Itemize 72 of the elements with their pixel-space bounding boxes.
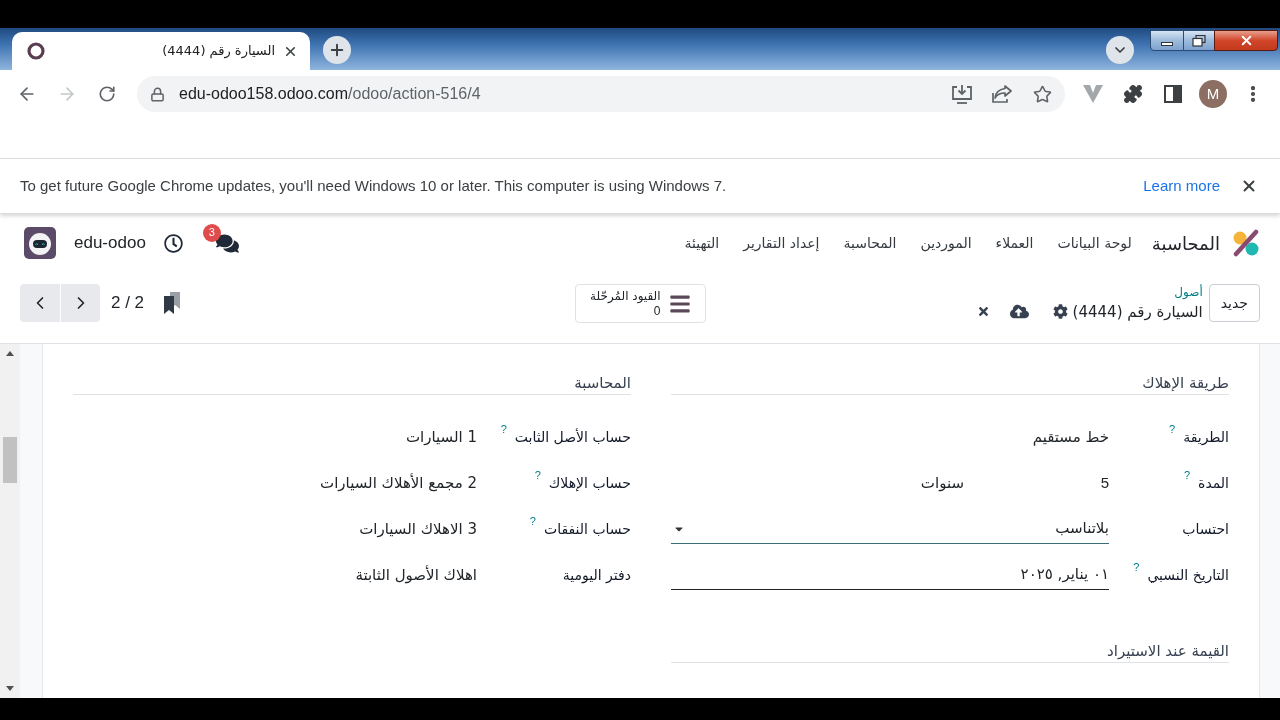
- share-icon[interactable]: [992, 85, 1012, 103]
- close-icon[interactable]: [976, 305, 990, 318]
- help-marker[interactable]: ?: [529, 514, 536, 527]
- reload-icon[interactable]: [98, 85, 116, 103]
- gear-icon[interactable]: [1052, 304, 1068, 319]
- close-button[interactable]: [1214, 30, 1278, 51]
- close-icon[interactable]: [1240, 177, 1258, 195]
- menu-item[interactable]: لوحة البيانات: [1057, 232, 1132, 254]
- scroll-up-icon[interactable]: [6, 351, 14, 356]
- cloud-upload-icon[interactable]: [1009, 302, 1029, 321]
- scrollbar[interactable]: [0, 344, 20, 698]
- record-title: السيارة رقم (4444): [1072, 301, 1203, 322]
- robot-avatar-icon[interactable]: [24, 227, 56, 259]
- learn-more-link[interactable]: Learn more: [1143, 174, 1220, 198]
- menu-item[interactable]: الموردين: [920, 232, 972, 254]
- field-label: احتساب: [1182, 519, 1229, 539]
- bookmark-icon[interactable]: [164, 292, 181, 314]
- star-icon[interactable]: [1032, 84, 1052, 104]
- section-title: طريقة الإهلاك: [1142, 374, 1229, 392]
- lock-icon[interactable]: [150, 86, 165, 102]
- infobar-message: To get future Google Chrome updates, you'll need Windows 10 or later. This computer is using Windows 7.: [20, 175, 727, 196]
- help-marker[interactable]: ?: [1183, 468, 1191, 481]
- message-count-badge: 3: [202, 223, 221, 242]
- side-panel-icon[interactable]: [1164, 85, 1182, 103]
- field-label: المدة: [1198, 473, 1229, 493]
- field-value: خط مستقيم: [1032, 426, 1109, 448]
- minimize-icon: [1161, 42, 1173, 46]
- plus-icon: [328, 41, 346, 59]
- scrollbar-thumb[interactable]: [3, 437, 17, 483]
- field-label: دفتر اليومية: [562, 565, 631, 586]
- menu-item[interactable]: التهيئة: [684, 232, 720, 254]
- tab-search-button[interactable]: [1106, 36, 1134, 64]
- monitor-download-icon[interactable]: [952, 84, 972, 104]
- field-value: 3 الاهلاك السيارات: [359, 518, 477, 540]
- browser-tab[interactable]: السيارة رقم (4444): [12, 32, 310, 70]
- help-marker[interactable]: ?: [500, 422, 507, 435]
- select-field[interactable]: بلاتناسب: [671, 514, 1109, 544]
- field-label: التاريخ النسبي: [1147, 565, 1229, 586]
- restore-button[interactable]: [1184, 30, 1214, 51]
- puzzle-icon[interactable]: [1123, 84, 1143, 104]
- help-marker[interactable]: ?: [1169, 422, 1176, 435]
- restore-icon: [1192, 34, 1206, 47]
- new-button[interactable]: جديد: [1208, 284, 1260, 322]
- ring-icon: [27, 42, 45, 60]
- new-tab-button[interactable]: [323, 36, 351, 64]
- duration-unit: سنوات: [920, 472, 964, 494]
- section-title: المحاسبة: [574, 374, 631, 392]
- address-bar[interactable]: edu-odoo158.odoo.com/odoo/action-516/4: [137, 76, 1065, 112]
- date-field[interactable]: ٠١ يناير, ٢٠٢٥: [671, 560, 1109, 590]
- menu-item[interactable]: إعداد التقارير: [743, 232, 820, 254]
- scroll-down-icon[interactable]: [6, 686, 14, 691]
- field-label: حساب الإهلاك: [548, 473, 631, 493]
- profile-avatar[interactable]: M: [1199, 80, 1227, 108]
- help-marker[interactable]: ?: [1133, 560, 1140, 573]
- breadcrumb-link[interactable]: أصول: [1174, 284, 1203, 300]
- menu-item[interactable]: المحاسبة: [843, 232, 897, 254]
- company-name[interactable]: edu-odoo: [74, 230, 146, 256]
- field-label: الطريقة: [1183, 427, 1229, 448]
- duration-value[interactable]: 5: [1100, 474, 1109, 491]
- pager-value[interactable]: 2 / 2: [111, 290, 145, 316]
- minimize-button[interactable]: [1150, 30, 1184, 51]
- field-label: حساب النفقات: [543, 519, 631, 539]
- menu-item[interactable]: العملاء: [995, 232, 1034, 254]
- field-value: اهلاك الأصول الثابتة: [355, 564, 477, 586]
- field-value: 2 مجمع الأهلاك السيارات: [320, 472, 477, 494]
- app-name[interactable]: المحاسبة: [1151, 229, 1220, 257]
- app-icon[interactable]: [1232, 229, 1260, 257]
- field-value: 1 السيارات: [405, 426, 477, 448]
- clock-icon[interactable]: [163, 233, 183, 253]
- help-marker[interactable]: ?: [534, 468, 541, 481]
- section-title: القيمة عند الاستيراد: [1107, 642, 1229, 660]
- field-label: حساب الأصل الثابت: [514, 427, 631, 447]
